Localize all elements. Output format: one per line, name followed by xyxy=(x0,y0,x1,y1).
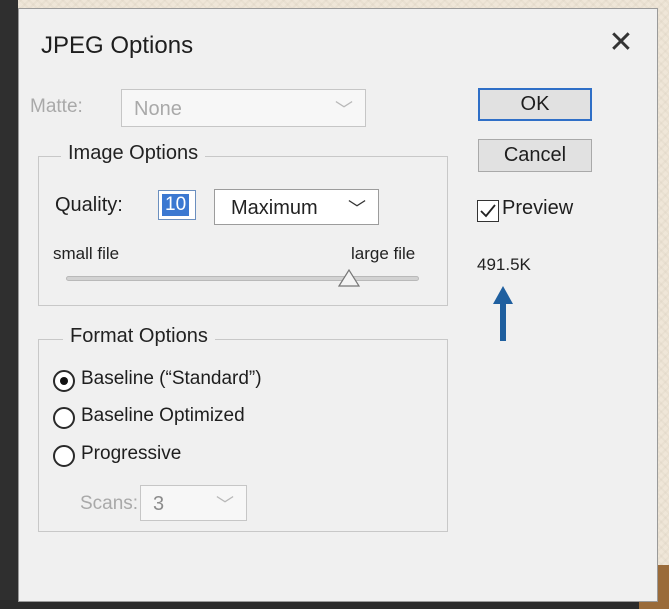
radio-label: Baseline (“Standard”) xyxy=(81,368,262,389)
quality-slider-thumb[interactable] xyxy=(338,267,360,287)
radio-button[interactable] xyxy=(53,407,75,429)
checkmark-icon xyxy=(480,204,496,218)
dialog-title: JPEG Options xyxy=(41,32,194,59)
chevron-down-icon: ﹀ xyxy=(348,199,366,219)
radio-label: Progressive xyxy=(81,443,182,464)
chevron-down-icon: ﹀ xyxy=(335,100,353,120)
small-file-label: small file xyxy=(53,244,120,263)
ok-button[interactable]: OK xyxy=(478,88,592,121)
quality-preset-select[interactable]: Maximum ﹀ xyxy=(214,189,379,225)
preview-checkbox[interactable] xyxy=(477,200,499,222)
scans-select: 3 ﹀ xyxy=(140,485,247,521)
radio-button[interactable] xyxy=(53,445,75,467)
file-size-readout: 491.5K xyxy=(477,255,531,274)
preview-label: Preview xyxy=(502,197,574,219)
large-file-label: large file xyxy=(351,244,416,263)
chevron-down-icon: ﹀ xyxy=(216,495,234,515)
radio-selected-dot xyxy=(60,377,68,385)
cancel-button[interactable]: Cancel xyxy=(478,139,592,172)
arrow-up-icon xyxy=(493,286,513,341)
quality-input[interactable]: 10 xyxy=(158,190,196,220)
image-options-title: Image Options xyxy=(61,142,206,165)
format-options-title: Format Options xyxy=(63,325,215,348)
radio-button[interactable] xyxy=(53,370,75,392)
matte-label: Matte: xyxy=(30,96,83,117)
scans-label: Scans: xyxy=(80,493,139,514)
quality-preset-value: Maximum xyxy=(231,197,318,219)
matte-value: None xyxy=(134,98,182,120)
quality-slider[interactable] xyxy=(66,276,419,281)
close-icon[interactable]: ✕ xyxy=(605,27,637,59)
background-edge xyxy=(0,0,18,609)
radio-label: Baseline Optimized xyxy=(81,405,245,426)
quality-input-value[interactable]: 10 xyxy=(162,194,190,216)
matte-select: None ﹀ xyxy=(121,89,366,127)
image-options-group: Image Options xyxy=(38,142,448,306)
quality-label: Quality: xyxy=(55,194,123,216)
scans-value: 3 xyxy=(153,493,165,515)
